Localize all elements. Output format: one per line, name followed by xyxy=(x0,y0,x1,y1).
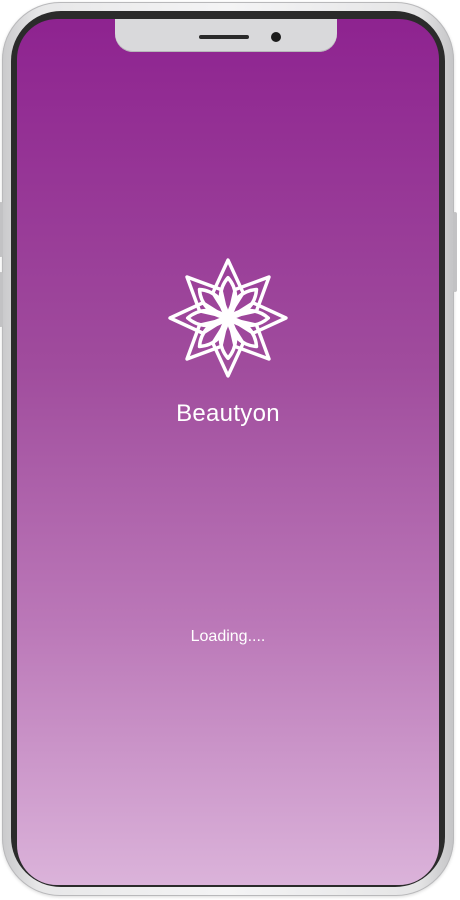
speaker-grille xyxy=(199,35,249,39)
splash-screen: Beautyon Loading.... xyxy=(17,19,439,885)
notch xyxy=(115,19,337,52)
loading-status: Loading.... xyxy=(190,628,266,645)
volume-down-button xyxy=(0,272,3,327)
app-name: Beautyon xyxy=(176,400,280,427)
volume-up-button xyxy=(0,202,3,257)
lotus-flower-icon xyxy=(168,258,288,378)
phone-frame: Beautyon Loading.... xyxy=(0,2,457,896)
front-camera xyxy=(271,32,281,42)
power-button xyxy=(453,212,457,292)
